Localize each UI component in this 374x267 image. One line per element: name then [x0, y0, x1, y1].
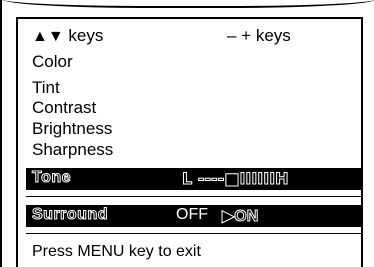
- up-down-arrows-icon: ▲▼: [32, 28, 64, 45]
- tv-screen: ▲▼ keys – + keys Color Tint Contrast Bri…: [0, 0, 374, 267]
- adjust-keys-hint: – + keys: [227, 26, 291, 45]
- menu-item-color[interactable]: Color: [32, 52, 73, 71]
- surround-on-option[interactable]: ▶ON: [221, 206, 258, 226]
- surround-off-option[interactable]: OFF: [176, 206, 208, 224]
- menu-item-contrast[interactable]: Contrast: [32, 98, 96, 117]
- menu-item-brightness[interactable]: Brightness: [32, 119, 112, 138]
- updown-keys-hint: ▲▼ keys: [32, 26, 103, 46]
- menu-item-surround[interactable]: Surround OFF ▶ON: [26, 205, 361, 227]
- menu-item-tone[interactable]: Tone L ----■IIIIIIH: [26, 168, 361, 190]
- updown-keys-label: keys: [68, 26, 104, 45]
- tone-label: Tone: [31, 169, 72, 187]
- menu-item-tint[interactable]: Tint: [32, 78, 60, 97]
- screen-bezel-curve: [2, 0, 374, 8]
- osd-menu: ▲▼ keys – + keys Color Tint Contrast Bri…: [16, 17, 363, 267]
- surround-label: Surround: [32, 206, 109, 224]
- exit-hint: Press MENU key to exit: [32, 243, 201, 260]
- divider: [26, 233, 361, 234]
- tone-slider[interactable]: L ----■IIIIIIH: [182, 169, 290, 189]
- divider: [26, 196, 361, 197]
- menu-item-sharpness[interactable]: Sharpness: [32, 140, 113, 159]
